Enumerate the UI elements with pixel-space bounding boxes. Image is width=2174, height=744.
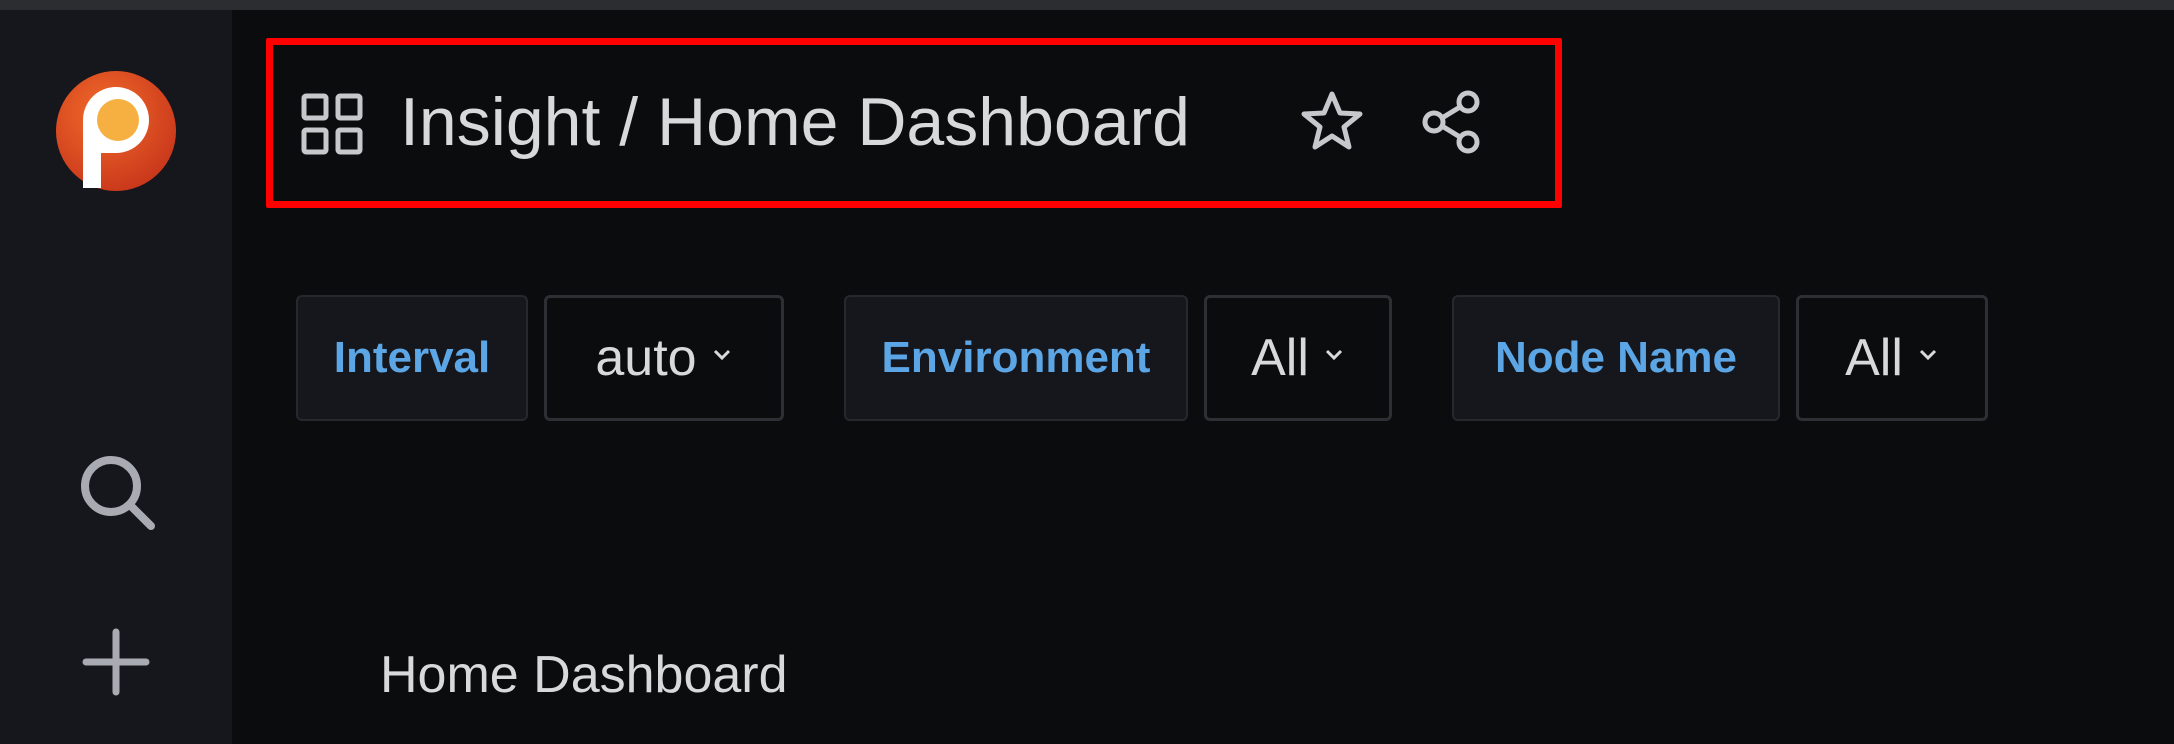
variable-label-text: Interval [333,333,491,382]
sidebar [0,10,232,744]
share-icon[interactable] [1418,88,1486,156]
plus-icon[interactable] [82,628,150,696]
variable-value: All [1845,329,1903,387]
variable-select-environment[interactable]: All [1204,295,1392,421]
variable-value: All [1251,329,1309,387]
variable-label-node-name: Node Name [1452,295,1780,421]
variable-select-node-name[interactable]: All [1796,295,1988,421]
dashboard-grid-icon[interactable] [300,92,364,156]
breadcrumb-dashboard[interactable]: Home Dashboard [657,84,1190,160]
chevron-down-icon [1325,349,1342,361]
variable-label-interval: Interval [296,295,528,421]
chevron-down-icon [1919,349,1936,361]
panel-title: Home Dashboard [380,646,788,704]
variable-label-text: Node Name [1494,333,1738,382]
breadcrumb-separator: / [600,84,658,160]
search-icon[interactable] [75,450,159,534]
percona-logo-icon[interactable] [55,70,177,192]
variable-value: auto [595,329,697,387]
variable-select-interval[interactable]: auto [544,295,784,421]
star-icon[interactable] [1298,88,1366,156]
variable-label-environment: Environment [844,295,1188,421]
page-title: Insight / Home Dashboard [400,82,1190,162]
chevron-down-icon [713,349,730,361]
window-top-bar [0,0,2174,10]
breadcrumb-folder[interactable]: Insight [400,84,600,160]
variable-label-text: Environment [881,333,1151,382]
